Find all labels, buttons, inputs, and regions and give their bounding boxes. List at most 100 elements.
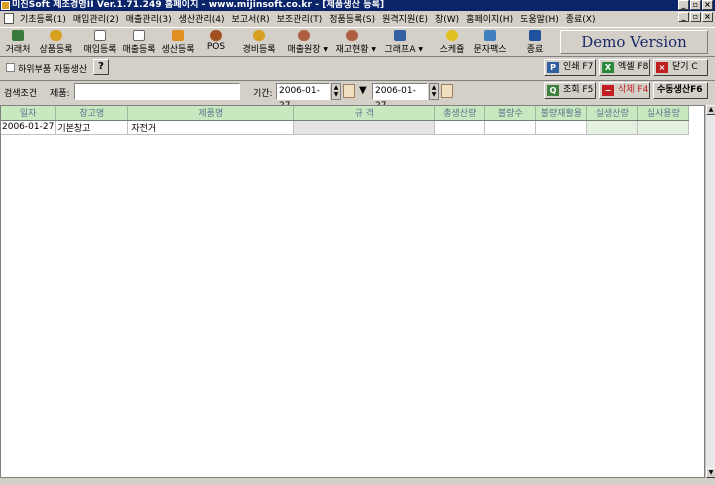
col-defects[interactable]: 불량수	[484, 106, 537, 121]
vertical-scrollbar[interactable]: ▲ ▼	[705, 105, 715, 478]
pos-icon	[210, 30, 222, 41]
minimize-button[interactable]: _	[678, 0, 689, 10]
menu-license[interactable]: 정품등록(S)	[326, 12, 378, 25]
date-to-input[interactable]: 2006-01-27	[372, 83, 428, 111]
grid-header-row: 일자 창고명 제품명 규 격 총생산량 불량수 불량재활용 실생산량 실사용량	[1, 106, 690, 121]
toolbar-label: 거래처	[5, 45, 31, 55]
title-bar: 미진Soft 제조경영II Ver.1.71.249 홈페이지 - www.mi…	[0, 0, 715, 11]
date-from-input[interactable]: 2006-01-27	[276, 83, 330, 111]
cell-defect-recycled[interactable]	[535, 120, 588, 135]
menu-remote-support[interactable]: 원격지원(E)	[379, 12, 431, 25]
menu-sales[interactable]: 매출관리(3)	[123, 12, 175, 25]
chevron-down-icon[interactable]: ▼	[359, 85, 367, 96]
toolbar-purchase-button[interactable]: 매입등록	[82, 30, 118, 57]
calendar-icon[interactable]	[343, 84, 355, 98]
menu-auxiliary[interactable]: 보조관리(T)	[274, 12, 326, 25]
toolbar-sms-fax-button[interactable]: 문자팩스	[472, 30, 508, 57]
toolbar-schedule-button[interactable]: 스케쥴	[438, 30, 466, 57]
col-total-produced[interactable]: 총생산량	[434, 106, 486, 121]
cell-spec[interactable]	[293, 120, 436, 135]
cell-product[interactable]: 자전거	[127, 120, 295, 135]
manual-production-button[interactable]: 수동생산F6	[653, 82, 708, 99]
col-date[interactable]: 일자	[1, 106, 57, 121]
menu-purchase[interactable]: 매입관리(2)	[70, 12, 122, 25]
child-close-button[interactable]: ×	[702, 12, 713, 22]
scroll-down-arrow[interactable]: ▼	[706, 468, 715, 478]
stock-icon	[346, 30, 358, 41]
col-product[interactable]: 제품명	[127, 106, 295, 121]
menu-basic-registration[interactable]: 기초등록(1)	[17, 12, 69, 25]
toolbar-product-button[interactable]: 상품등록	[38, 30, 74, 57]
chevron-down-icon[interactable]: ▼	[371, 46, 376, 53]
toolbar-label: 재고현황	[335, 45, 369, 55]
menu-exit[interactable]: 종료(X)	[563, 12, 599, 25]
date-to-spinner[interactable]: ▲ ▼	[429, 83, 439, 100]
factory-icon	[172, 30, 184, 41]
child-minimize-button[interactable]: _	[678, 12, 689, 22]
toolbar-pos-button[interactable]: POS	[204, 30, 228, 57]
menu-production[interactable]: 생산관리(4)	[176, 12, 228, 25]
cell-actual-used[interactable]	[637, 120, 690, 135]
menu-reports[interactable]: 보고서(R)	[229, 12, 273, 25]
edit-icon	[12, 30, 24, 41]
toolbar-stock-button[interactable]: 재고현황 ▼	[334, 30, 376, 57]
toolbar-production-button[interactable]: 생산등록	[160, 30, 196, 57]
production-grid[interactable]: 일자 창고명 제품명 규 격 총생산량 불량수 불량재활용 실생산량 실사용량 …	[0, 105, 705, 478]
search-label: 조회 F5	[563, 85, 594, 95]
close-icon: ×	[656, 62, 668, 73]
print-label: 인쇄 F7	[563, 62, 594, 72]
toolbar-sales-ledger-button[interactable]: 매출원장 ▼	[286, 30, 328, 57]
excel-button[interactable]: X 엑셀 F8	[599, 59, 650, 76]
status-strip	[0, 479, 715, 485]
toolbar-label: 매입등록	[83, 45, 117, 55]
help-button[interactable]: ?	[93, 59, 109, 75]
cell-total-produced[interactable]	[434, 120, 486, 135]
document-icon[interactable]	[4, 13, 14, 24]
print-button[interactable]: P 인쇄 F7	[544, 59, 596, 76]
app-icon	[1, 1, 10, 10]
menu-bar: 기초등록(1) 매입관리(2) 매출관리(3) 생산관리(4) 보고서(R) 보…	[0, 11, 715, 26]
doc-icon	[94, 30, 106, 41]
col-spec[interactable]: 규 격	[293, 106, 436, 121]
printer-icon: P	[547, 62, 559, 73]
menu-window[interactable]: 창(W)	[432, 12, 462, 25]
product-input[interactable]	[74, 83, 240, 100]
child-maximize-button[interactable]: ▫	[690, 12, 701, 22]
box-icon	[50, 30, 62, 41]
toolbar-label: 매출등록	[122, 45, 156, 55]
menu-help[interactable]: 도움말(H)	[517, 12, 562, 25]
maximize-button[interactable]: ▫	[690, 0, 701, 10]
menu-homepage[interactable]: 홈페이지(H)	[463, 12, 516, 25]
toolbar-exit-button[interactable]: 종료	[524, 30, 546, 57]
ledger-icon	[298, 30, 310, 41]
col-defect-recycled[interactable]: 불량재활용	[535, 106, 588, 121]
cell-defects[interactable]	[484, 120, 537, 135]
delete-label: 삭제 F4	[618, 85, 649, 95]
delete-button[interactable]: − 삭제 F4	[599, 82, 650, 99]
cell-actual-produced[interactable]	[586, 120, 639, 135]
col-actual-produced[interactable]: 실생산량	[586, 106, 639, 121]
chevron-down-icon[interactable]: ▼	[418, 46, 423, 53]
close-label: 닫기 C	[672, 62, 698, 72]
demo-version-label: Demo Version	[560, 30, 708, 54]
scroll-up-arrow[interactable]: ▲	[706, 105, 715, 115]
toolbar-customer-button[interactable]: 거래처	[4, 30, 32, 57]
col-warehouse[interactable]: 창고명	[55, 106, 129, 121]
cell-warehouse[interactable]: 기본창고	[55, 120, 129, 135]
cell-date[interactable]: 2006-01-27	[1, 120, 57, 135]
toolbar-label: 매출원장	[287, 45, 321, 55]
clock-icon	[446, 30, 458, 41]
close-button[interactable]: × 닫기 C	[653, 59, 708, 76]
table-row[interactable]: 2006-01-27 기본창고 자전거	[1, 120, 690, 135]
date-from-spinner[interactable]: ▲ ▼	[331, 83, 341, 100]
toolbar-graph-button[interactable]: 그래프A ▼	[383, 30, 423, 57]
chevron-down-icon[interactable]: ▼	[323, 46, 328, 53]
search-button[interactable]: Q 조회 F5	[544, 82, 596, 99]
toolbar-expense-button[interactable]: 경비등록	[241, 30, 277, 57]
toolbar-sales-button[interactable]: 매출등록	[121, 30, 157, 57]
close-window-button[interactable]: ×	[702, 0, 713, 10]
auto-produce-checkbox[interactable]	[6, 63, 15, 72]
col-actual-used[interactable]: 실사용량	[637, 106, 690, 121]
toolbar-label: 종료	[526, 45, 544, 55]
calendar-icon[interactable]	[441, 84, 453, 98]
